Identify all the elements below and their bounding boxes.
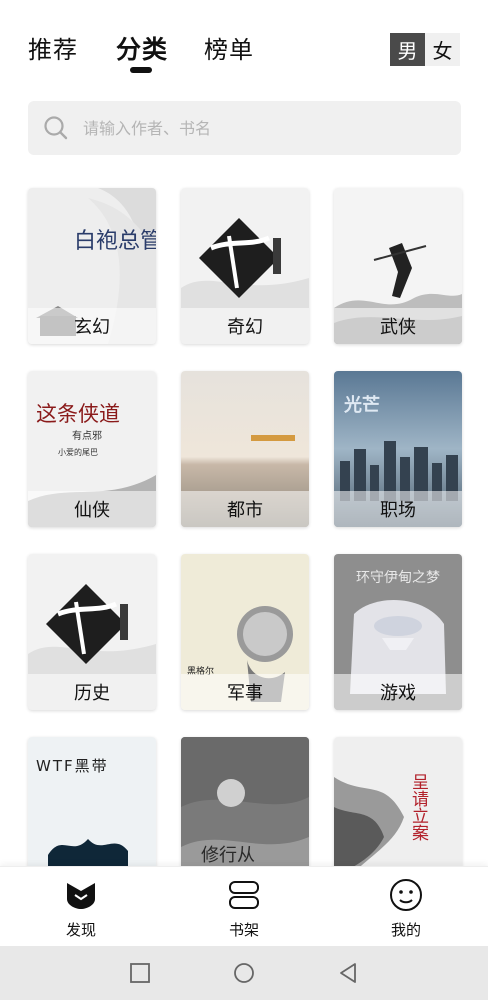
back-icon[interactable] — [337, 962, 359, 984]
svg-text:光芒: 光芒 — [343, 394, 380, 416]
system-navigation-bar — [0, 946, 488, 1000]
category-card-xuanhuan[interactable]: 白袍总管 玄幻 — [28, 188, 156, 344]
gender-male-button[interactable]: 男 — [390, 33, 425, 66]
bookshelf-icon — [229, 881, 259, 909]
active-tab-indicator — [130, 67, 152, 73]
app-screen: 推荐 分类 榜单 男 女 白袍总管 玄幻 — [0, 0, 488, 1000]
nav-bookshelf[interactable]: 书架 — [204, 877, 284, 940]
cover-title-text: 这条侠道 — [36, 402, 120, 426]
nav-discover[interactable]: 发现 — [41, 877, 121, 940]
nav-bookshelf-label: 书架 — [228, 921, 259, 939]
nav-profile[interactable]: 我的 — [366, 877, 446, 940]
category-card-lishi[interactable]: 历史 — [28, 554, 156, 710]
category-card-zhichang[interactable]: 光芒 职场 — [334, 371, 462, 527]
search-bar[interactable] — [28, 101, 461, 155]
nav-discover-label: 发现 — [65, 921, 96, 939]
category-label: 游戏 — [334, 674, 462, 710]
nav-profile-label: 我的 — [390, 921, 421, 939]
category-label: 奇幻 — [181, 308, 309, 344]
category-label: 武侠 — [334, 308, 462, 344]
cover-title-text: 白袍总管 — [74, 229, 156, 254]
top-tab-bar: 推荐 分类 榜单 男 女 — [0, 0, 488, 95]
cover-title-text: 修行从 — [201, 845, 255, 866]
category-card-wuxia[interactable]: 武侠 — [334, 188, 462, 344]
tab-category[interactable]: 分类 — [116, 30, 168, 66]
cover-subtitle-text: 有点邪 — [72, 429, 102, 442]
cover-title-text: 呈请立案 — [408, 773, 429, 841]
category-card-junshi[interactable]: 黑格尔 军事 — [181, 554, 309, 710]
category-label: 都市 — [181, 491, 309, 527]
profile-icon — [390, 879, 422, 911]
recent-apps-icon[interactable] — [129, 962, 151, 984]
category-label: 玄幻 — [28, 308, 156, 344]
category-card-xianxia[interactable]: 这条侠道 有点邪 小爱的尾巴 仙侠 — [28, 371, 156, 527]
category-label: 职场 — [334, 491, 462, 527]
category-card-qihuan[interactable]: 奇幻 — [181, 188, 309, 344]
discover-icon — [67, 883, 95, 909]
tab-recommend[interactable]: 推荐 — [28, 30, 78, 65]
search-input[interactable] — [83, 118, 413, 138]
category-label: 仙侠 — [28, 491, 156, 527]
bottom-navigation: 发现 书架 我的 — [0, 866, 488, 946]
home-icon[interactable] — [233, 962, 255, 984]
cover-author-text: 小爱的尾巴 — [58, 447, 98, 457]
gender-toggle: 男 女 — [390, 33, 460, 66]
category-label: 军事 — [181, 674, 309, 710]
tab-ranking[interactable]: 榜单 — [204, 30, 254, 65]
cover-title-text: 环守伊甸之梦 — [356, 570, 440, 586]
cover-title-text: WTF黑带 — [36, 757, 109, 775]
category-label: 历史 — [28, 674, 156, 710]
category-card-dushi[interactable]: 都市 — [181, 371, 309, 527]
category-card-youxi[interactable]: 环守伊甸之梦 游戏 — [334, 554, 462, 710]
search-icon — [44, 116, 68, 140]
gender-female-button[interactable]: 女 — [425, 33, 460, 66]
